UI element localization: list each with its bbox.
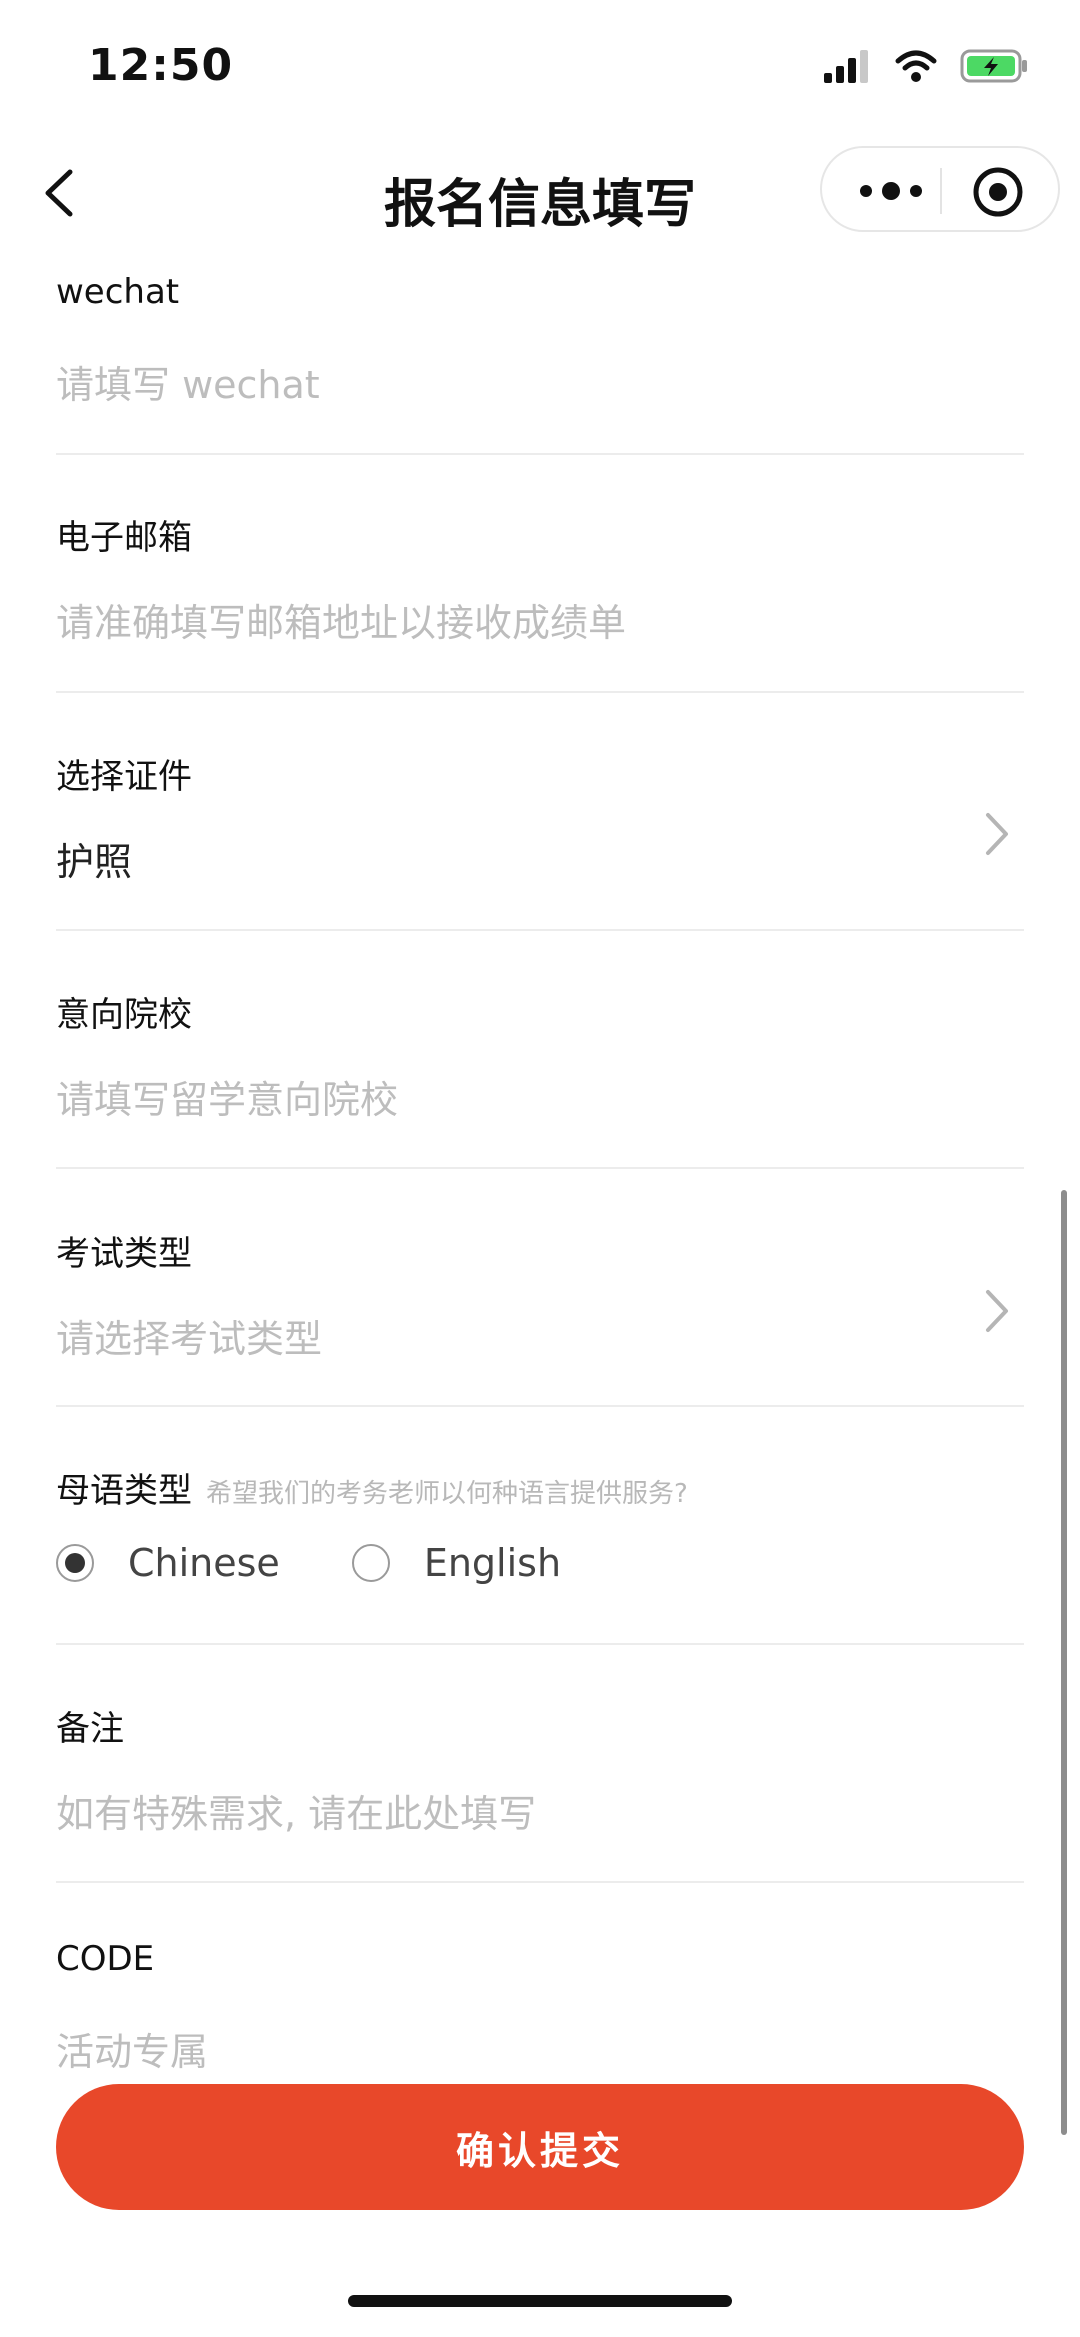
wechat-field[interactable]: wechat 请填写 wechat — [56, 272, 1024, 442]
remarks-input[interactable]: 如有特殊需求, 请在此处填写 — [56, 1783, 536, 1838]
radio-option-chinese[interactable]: Chinese — [56, 1541, 280, 1585]
remarks-field[interactable]: 备注 如有特殊需求, 请在此处填写 — [56, 1701, 1024, 1871]
target-icon[interactable] — [972, 166, 1024, 218]
wifi-icon — [895, 50, 937, 82]
home-indicator[interactable] — [348, 2295, 732, 2307]
id-type-label: 选择证件 — [56, 757, 192, 797]
school-label: 意向院校 — [56, 995, 192, 1035]
email-field[interactable]: 电子邮箱 请准确填写邮箱地址以接收成绩单 — [56, 510, 1024, 680]
native-language-field: 母语类型 希望我们的考务老师以何种语言提供服务? Chinese English — [56, 1463, 1024, 1633]
scrollbar[interactable] — [1061, 1190, 1067, 2135]
more-dots-icon[interactable] — [856, 176, 926, 206]
nav-bar: 报名信息填写 — [0, 140, 1080, 250]
radio-option-english[interactable]: English — [351, 1541, 562, 1585]
submit-button[interactable]: 确认提交 — [56, 2084, 1024, 2210]
status-time: 12:50 — [88, 40, 234, 91]
native-language-label: 母语类型 希望我们的考务老师以何种语言提供服务? — [56, 1463, 688, 1512]
chevron-right-icon[interactable] — [982, 1286, 1012, 1336]
exam-type-label: 考试类型 — [56, 1234, 192, 1274]
chevron-right-icon[interactable] — [982, 809, 1012, 859]
signal-icon — [824, 50, 868, 83]
native-language-radio-group: Chinese English — [56, 1541, 633, 1585]
code-field[interactable]: CODE 活动专属 — [56, 1939, 1024, 2089]
divider — [56, 1881, 1024, 1883]
wechat-input[interactable]: 请填写 wechat — [56, 354, 320, 409]
divider — [56, 1167, 1024, 1169]
capsule-divider — [940, 168, 942, 214]
divider — [56, 929, 1024, 931]
mini-program-capsule — [820, 146, 1060, 232]
radio-button-checked[interactable] — [56, 1544, 94, 1582]
code-label: CODE — [56, 1939, 155, 1979]
email-label: 电子邮箱 — [56, 518, 192, 558]
id-type-value[interactable]: 护照 — [56, 831, 132, 886]
divider — [56, 691, 1024, 693]
radio-button[interactable] — [351, 1544, 390, 1582]
native-language-title: 母语类型 — [56, 1471, 192, 1511]
exam-type-select[interactable]: 请选择考试类型 — [56, 1308, 322, 1363]
wechat-label: wechat — [56, 272, 180, 312]
divider — [56, 1405, 1024, 1407]
code-input[interactable]: 活动专属 — [56, 2021, 208, 2076]
radio-label-chinese: Chinese — [128, 1541, 280, 1585]
battery-icon — [960, 49, 1027, 83]
remarks-label: 备注 — [56, 1709, 124, 1749]
divider — [56, 1643, 1024, 1645]
radio-label-english: English — [423, 1541, 562, 1585]
school-field[interactable]: 意向院校 请填写留学意向院校 — [56, 987, 1024, 1157]
school-input[interactable]: 请填写留学意向院校 — [56, 1069, 398, 1124]
divider — [56, 453, 1024, 455]
status-icons — [824, 48, 1030, 84]
native-language-hint: 希望我们的考务老师以何种语言提供服务? — [206, 1479, 688, 1509]
exam-type-field[interactable]: 考试类型 请选择考试类型 — [56, 1226, 1024, 1396]
id-type-field[interactable]: 选择证件 护照 — [56, 749, 1024, 919]
status-bar: 12:50 — [0, 0, 1080, 130]
email-input[interactable]: 请准确填写邮箱地址以接收成绩单 — [56, 592, 626, 647]
